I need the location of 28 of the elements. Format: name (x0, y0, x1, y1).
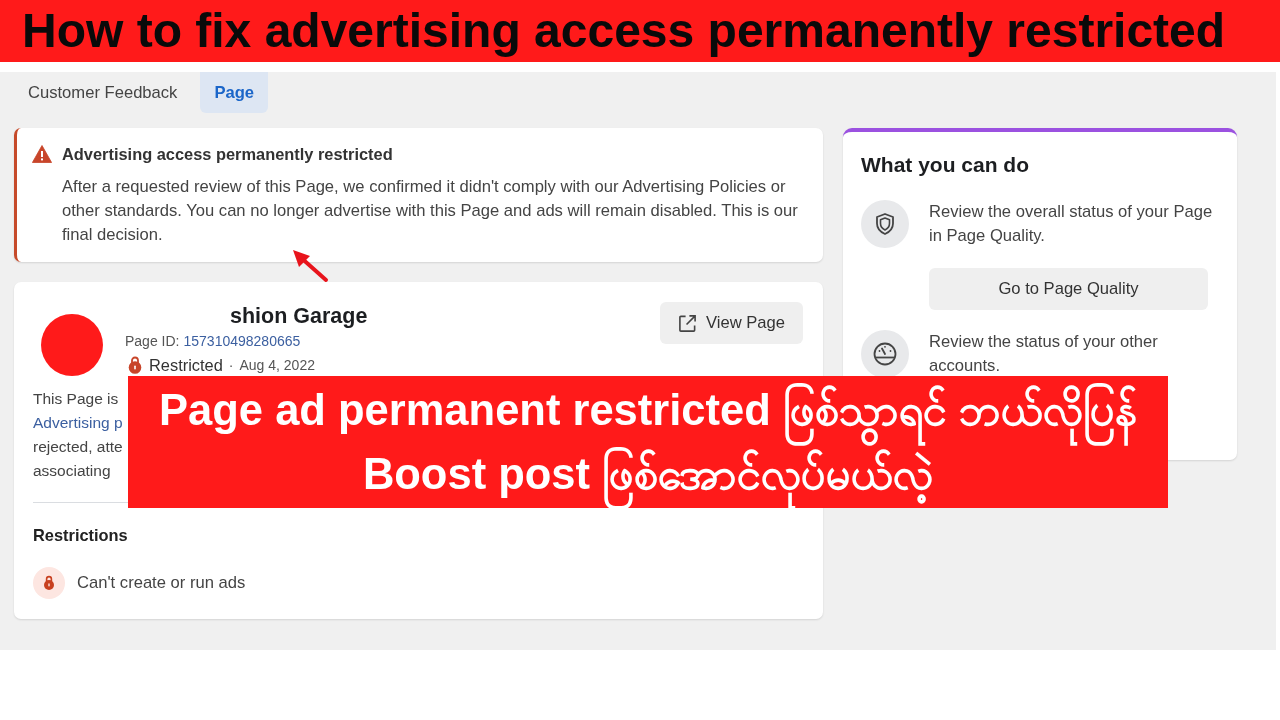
page-name: shion Garage (230, 303, 368, 329)
title-text: How to fix advertising access permanently restricted (22, 3, 1226, 59)
lock-icon (33, 567, 65, 599)
gauge-icon (861, 330, 909, 378)
description-text: associating (33, 461, 111, 481)
page-quality-button[interactable]: Go to Page Quality (929, 268, 1208, 310)
side-panel-title: What you can do (861, 152, 1030, 178)
alert-message: After a requested review of this Page, we confirmed it didn't comply with our Advertising Policies or other standards. You can no longer advertise with this Page and ads will remain disabled. This is our final decision. (62, 176, 799, 246)
restriction-text: Can't create or run ads (77, 573, 246, 593)
external-link-icon (677, 313, 697, 333)
policy-link[interactable]: Advertising p (33, 411, 123, 435)
restrictions-heading: Restrictions (33, 525, 129, 546)
status-text: Restricted (149, 355, 223, 376)
tab[interactable]: Page (200, 72, 269, 113)
page-id-label: Page ID: (125, 332, 180, 351)
warning-icon (32, 145, 52, 163)
view-page-button[interactable]: View Page (659, 302, 803, 344)
side-item-text: Review the overall status of your Page in Page Quality. (929, 201, 1214, 247)
lock-icon (127, 356, 143, 374)
separator-dot: · (228, 356, 234, 375)
description-text: rejected, atte (33, 437, 123, 457)
side-item-text: Review the status of your other accounts. (929, 331, 1159, 377)
tab[interactable]: Customer Feedback (14, 72, 192, 113)
page-id: 157310498280665 (183, 332, 301, 351)
alert-title: Advertising access permanently restricted (62, 144, 393, 164)
shield-icon (861, 200, 909, 248)
description-text: This Page is (33, 389, 119, 409)
status-date: Aug 4, 2022 (239, 356, 315, 375)
